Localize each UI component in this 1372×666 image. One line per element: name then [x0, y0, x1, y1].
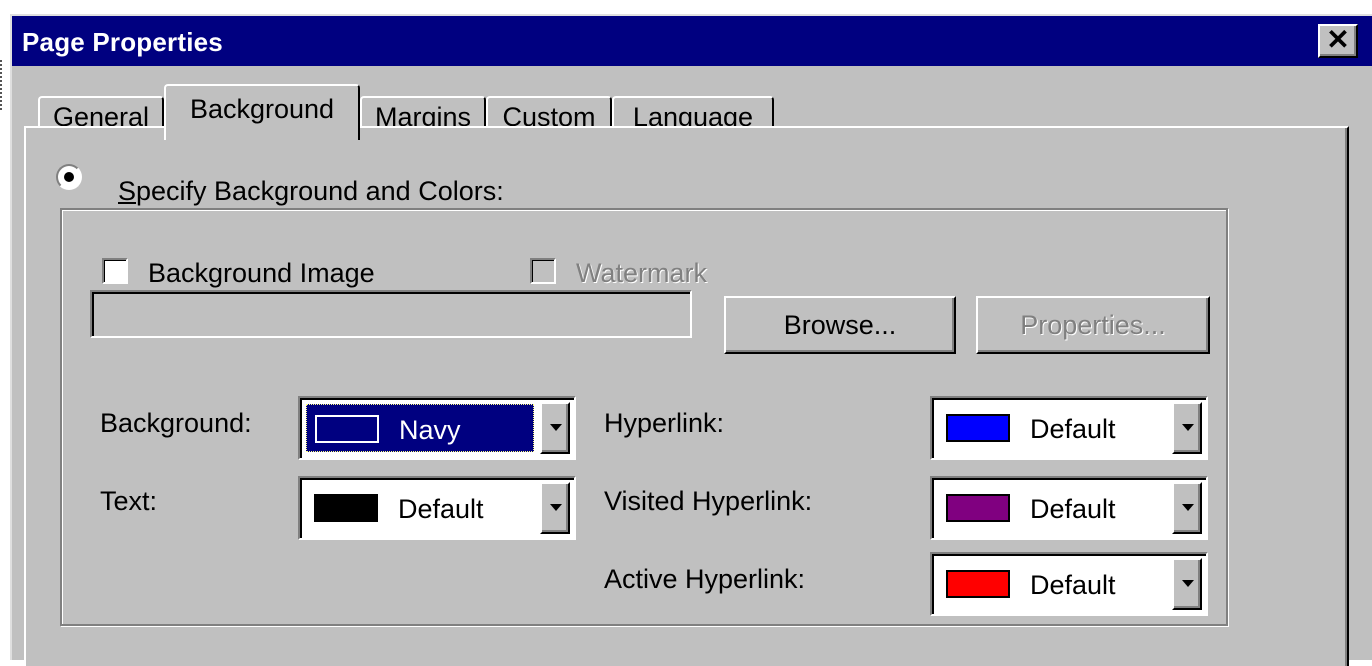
close-button[interactable]: ✕ — [1318, 24, 1358, 58]
combo-value: Default — [1030, 494, 1116, 524]
combo-field: Navy — [306, 404, 534, 452]
properties-button[interactable]: Properties... — [976, 296, 1210, 354]
background-color-combo[interactable]: Navy — [298, 396, 576, 460]
dropdown-arrow-icon[interactable] — [1172, 558, 1202, 610]
combo-field: Default — [938, 484, 1166, 532]
color-swatch — [314, 494, 378, 522]
watermark-checkbox[interactable] — [530, 258, 556, 284]
tab-background[interactable]: Background — [164, 84, 360, 140]
dropdown-arrow-icon[interactable] — [540, 482, 570, 534]
dropdown-arrow-icon[interactable] — [540, 402, 570, 454]
active-hyperlink-color-combo[interactable]: Default — [930, 552, 1208, 616]
combo-value: Default — [398, 494, 484, 524]
combo-value: Default — [1030, 570, 1116, 600]
combo-value: Navy — [399, 415, 461, 445]
browse-button[interactable]: Browse... — [724, 296, 956, 354]
specify-background-text: pecify Background and Colors: — [136, 176, 504, 206]
combo-value: Default — [1030, 414, 1116, 444]
color-swatch — [946, 494, 1010, 522]
text-color-label: Text: — [100, 486, 158, 516]
background-image-label[interactable]: Background Image — [148, 258, 375, 289]
window-edge-divider — [0, 60, 5, 110]
color-swatch — [946, 570, 1010, 598]
color-swatch — [315, 415, 379, 443]
active-hyperlink-color-label: Active Hyperlink: — [604, 564, 806, 594]
color-swatch — [946, 414, 1010, 442]
visited-hyperlink-color-label: Visited Hyperlink: — [604, 486, 813, 516]
hyperlink-color-combo[interactable]: Default — [930, 396, 1208, 460]
tab-label: Background — [189, 94, 335, 124]
visited-hyperlink-color-combo[interactable]: Default — [930, 476, 1208, 540]
hyperlink-color-label: Hyperlink: — [604, 408, 725, 438]
text-color-combo[interactable]: Default — [298, 476, 576, 540]
dropdown-arrow-icon[interactable] — [1172, 402, 1202, 454]
specify-background-label[interactable]: Specify Background and Colors: — [118, 176, 504, 207]
specify-background-radio[interactable] — [56, 164, 82, 190]
close-icon: ✕ — [1326, 24, 1350, 55]
dropdown-arrow-icon[interactable] — [1172, 482, 1202, 534]
watermark-label: Watermark — [576, 258, 708, 288]
combo-field: Default — [938, 560, 1166, 608]
background-image-checkbox[interactable] — [102, 258, 128, 284]
dialog-title: Page Properties — [22, 27, 223, 57]
combo-field: Default — [306, 484, 534, 532]
combo-field: Default — [938, 404, 1166, 452]
background-image-path-input[interactable] — [90, 290, 692, 338]
background-color-label: Background: — [100, 408, 252, 438]
title-bar[interactable]: Page Properties ✕ — [12, 16, 1372, 66]
